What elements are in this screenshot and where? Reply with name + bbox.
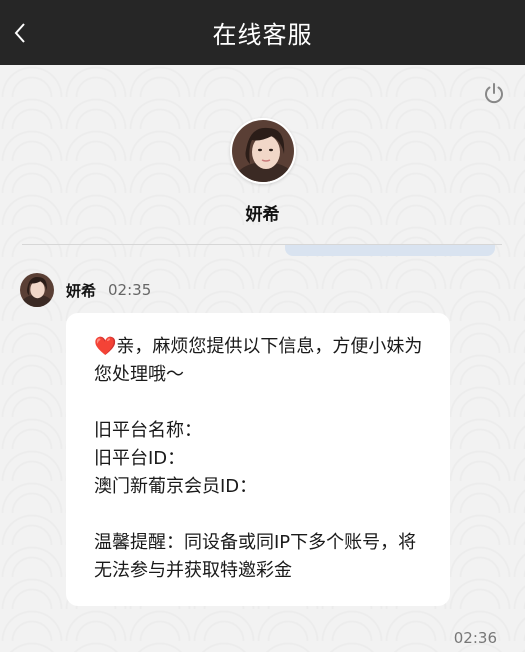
page-title: 在线客服 xyxy=(212,21,313,49)
sender-name: 妍希 xyxy=(66,281,97,300)
end-session-button[interactable] xyxy=(481,80,507,106)
previous-message-edge xyxy=(285,245,495,256)
power-icon xyxy=(485,83,503,104)
chevron-left-icon xyxy=(14,22,25,43)
greeting-text: 亲，麻烦您提供以下信息，方便小妹为您处理哦～ xyxy=(94,336,423,385)
agent-profile: 妍希 xyxy=(0,118,525,225)
agent-name: 妍希 xyxy=(245,205,280,225)
sender-avatar[interactable] xyxy=(20,273,54,307)
field-old-platform-name: 旧平台名称： xyxy=(94,420,202,441)
field-member-id: 澳门新葡京会员ID： xyxy=(94,476,258,497)
heart-icon: ❤️ xyxy=(94,336,117,357)
message-bubble: ❤️亲，麻烦您提供以下信息，方便小妹为您处理哦～ 旧平台名称： 旧平台ID： 澳… xyxy=(66,313,450,606)
next-message-time: 02:36 xyxy=(453,629,497,647)
back-button[interactable] xyxy=(0,0,40,65)
message-header: 妍希 02:35 xyxy=(20,273,151,307)
message-time: 02:35 xyxy=(108,281,152,299)
agent-avatar[interactable] xyxy=(229,118,296,184)
field-old-platform-id: 旧平台ID： xyxy=(94,448,186,469)
message-line: ❤️亲，麻烦您提供以下信息，方便小妹为您处理哦～ xyxy=(94,333,424,389)
top-bar: 在线客服 xyxy=(0,0,525,65)
tip-text: 温馨提醒：同设备或同IP下多个账号，将无法参与并获取特邀彩金 xyxy=(94,532,417,581)
